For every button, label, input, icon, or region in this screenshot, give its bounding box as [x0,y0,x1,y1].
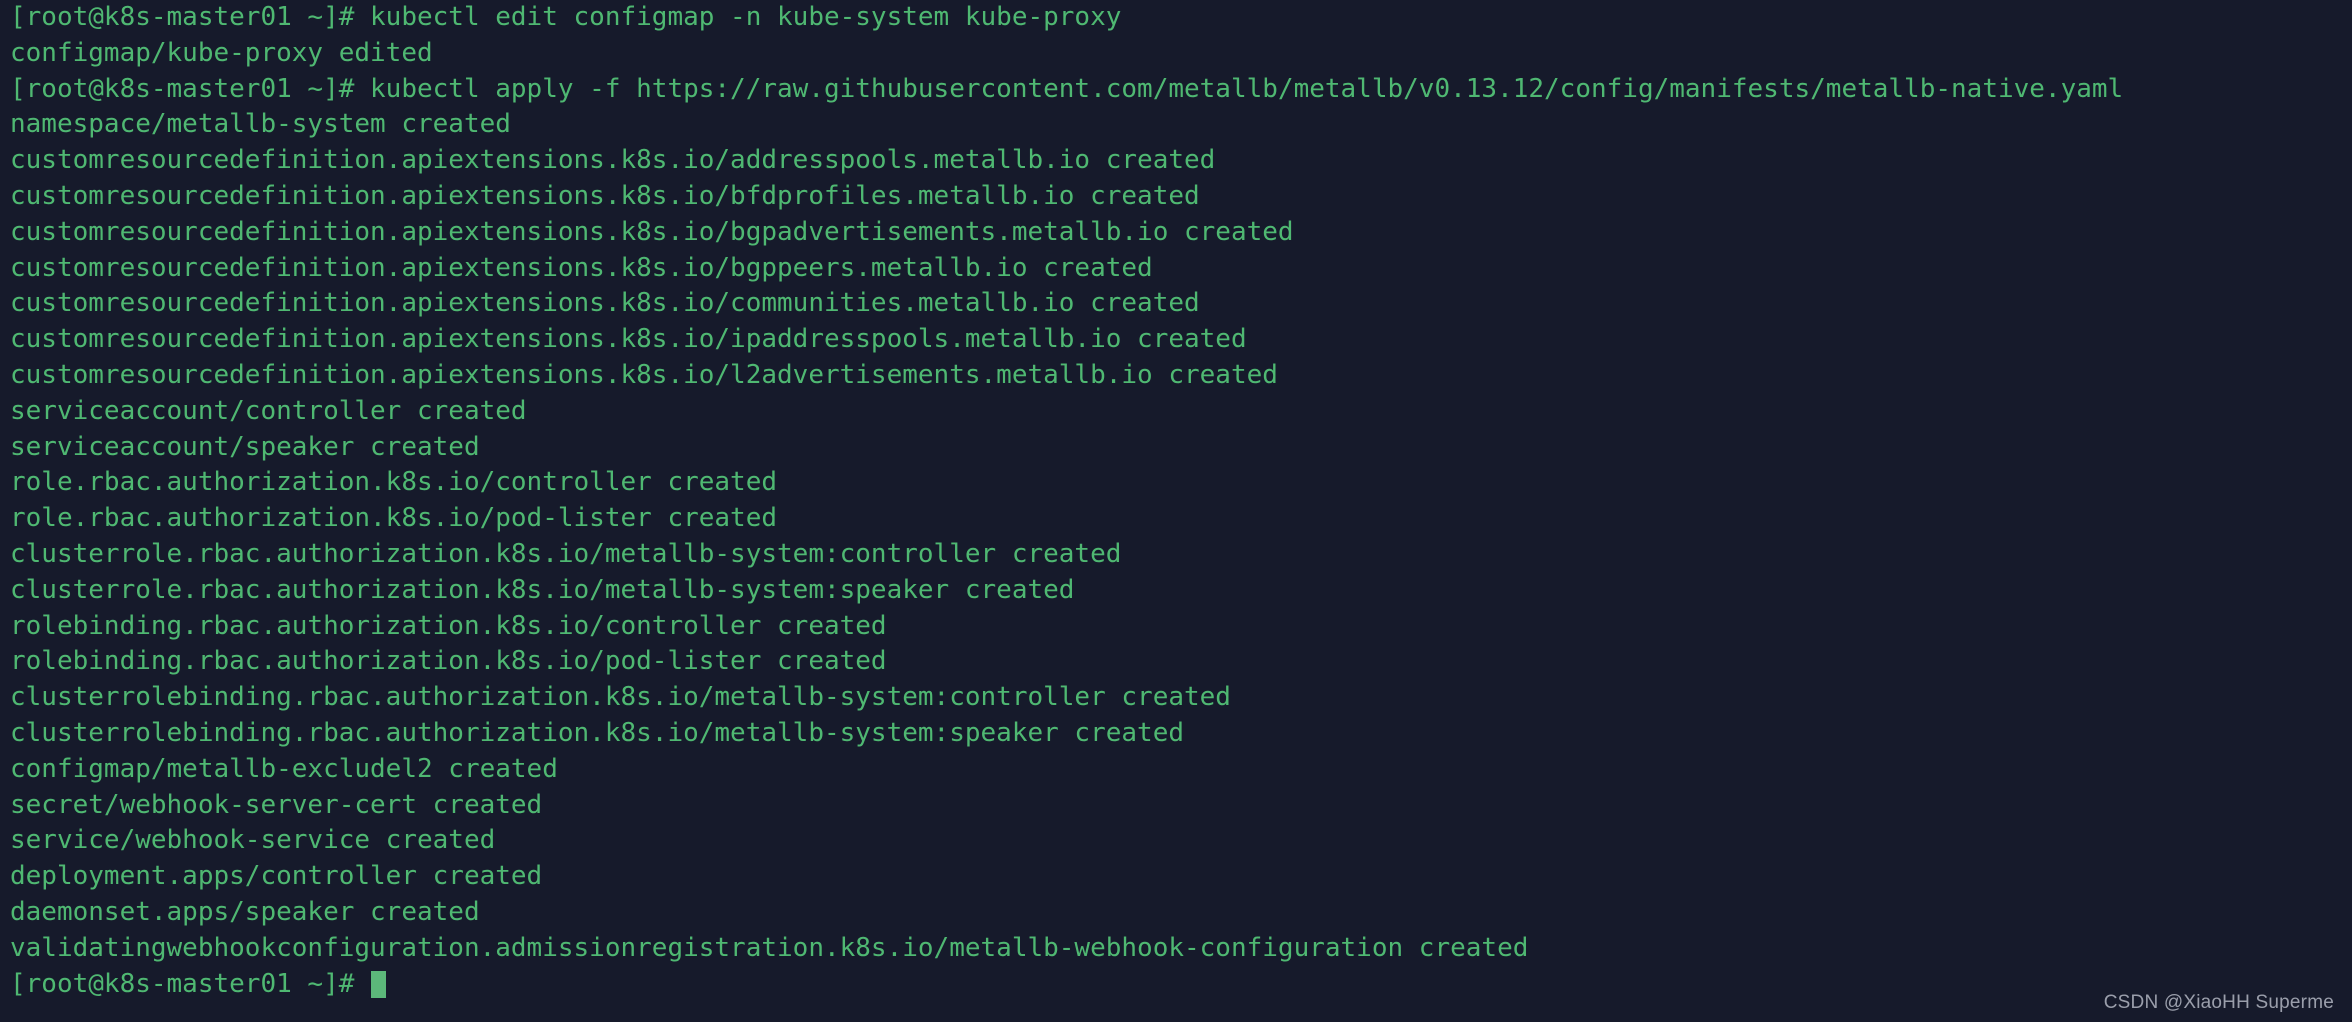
terminal-line: role.rbac.authorization.k8s.io/pod-liste… [10,503,778,534]
terminal-line: validatingwebhookconfiguration.admission… [10,932,1529,963]
terminal-line: serviceaccount/speaker created [10,431,480,462]
watermark-label: CSDN @XiaoHH Superme [2103,992,2334,1013]
terminal-line: customresourcedefinition.apiextensions.k… [10,288,1200,319]
terminal-line: [root@k8s-master01 ~]# kubectl apply -f … [10,73,2124,104]
terminal-window[interactable]: [root@k8s-master01 ~]# kubectl edit conf… [0,0,2352,1022]
terminal-line: customresourcedefinition.apiextensions.k… [10,145,1216,176]
terminal-line: customresourcedefinition.apiextensions.k… [10,216,1294,247]
terminal-line: rolebinding.rbac.authorization.k8s.io/po… [10,646,887,677]
terminal-line: namespace/metallb-system created [10,109,511,140]
terminal-line: customresourcedefinition.apiextensions.k… [10,324,1247,355]
text-cursor [371,970,387,998]
terminal-line: daemonset.apps/speaker created [10,896,480,927]
terminal-line: configmap/kube-proxy edited [10,37,433,68]
terminal-line: [root@k8s-master01 ~]# kubectl edit conf… [10,2,1122,32]
terminal-line: clusterrole.rbac.authorization.k8s.io/me… [10,538,1122,569]
terminal-line: configmap/metallb-excludel2 created [10,753,558,784]
terminal-line: serviceaccount/controller created [10,395,527,426]
terminal-line: customresourcedefinition.apiextensions.k… [10,359,1278,390]
terminal-line: deployment.apps/controller created [10,861,543,892]
terminal-line: customresourcedefinition.apiextensions.k… [10,180,1200,211]
prompt-text: [root@k8s-master01 ~]# [10,968,371,999]
terminal-line: clusterrolebinding.rbac.authorization.k8… [10,717,1184,748]
terminal-line: customresourcedefinition.apiextensions.k… [10,252,1153,283]
terminal-output: [root@k8s-master01 ~]# kubectl edit conf… [10,0,2352,967]
terminal-line: role.rbac.authorization.k8s.io/controlle… [10,467,778,498]
terminal-final-prompt-line: [root@k8s-master01 ~]# [10,967,2352,1003]
terminal-line: secret/webhook-server-cert created [10,789,543,820]
terminal-line: service/webhook-service created [10,825,496,856]
terminal-line: clusterrolebinding.rbac.authorization.k8… [10,682,1231,713]
terminal-line: rolebinding.rbac.authorization.k8s.io/co… [10,610,887,641]
terminal-line: clusterrole.rbac.authorization.k8s.io/me… [10,574,1075,605]
